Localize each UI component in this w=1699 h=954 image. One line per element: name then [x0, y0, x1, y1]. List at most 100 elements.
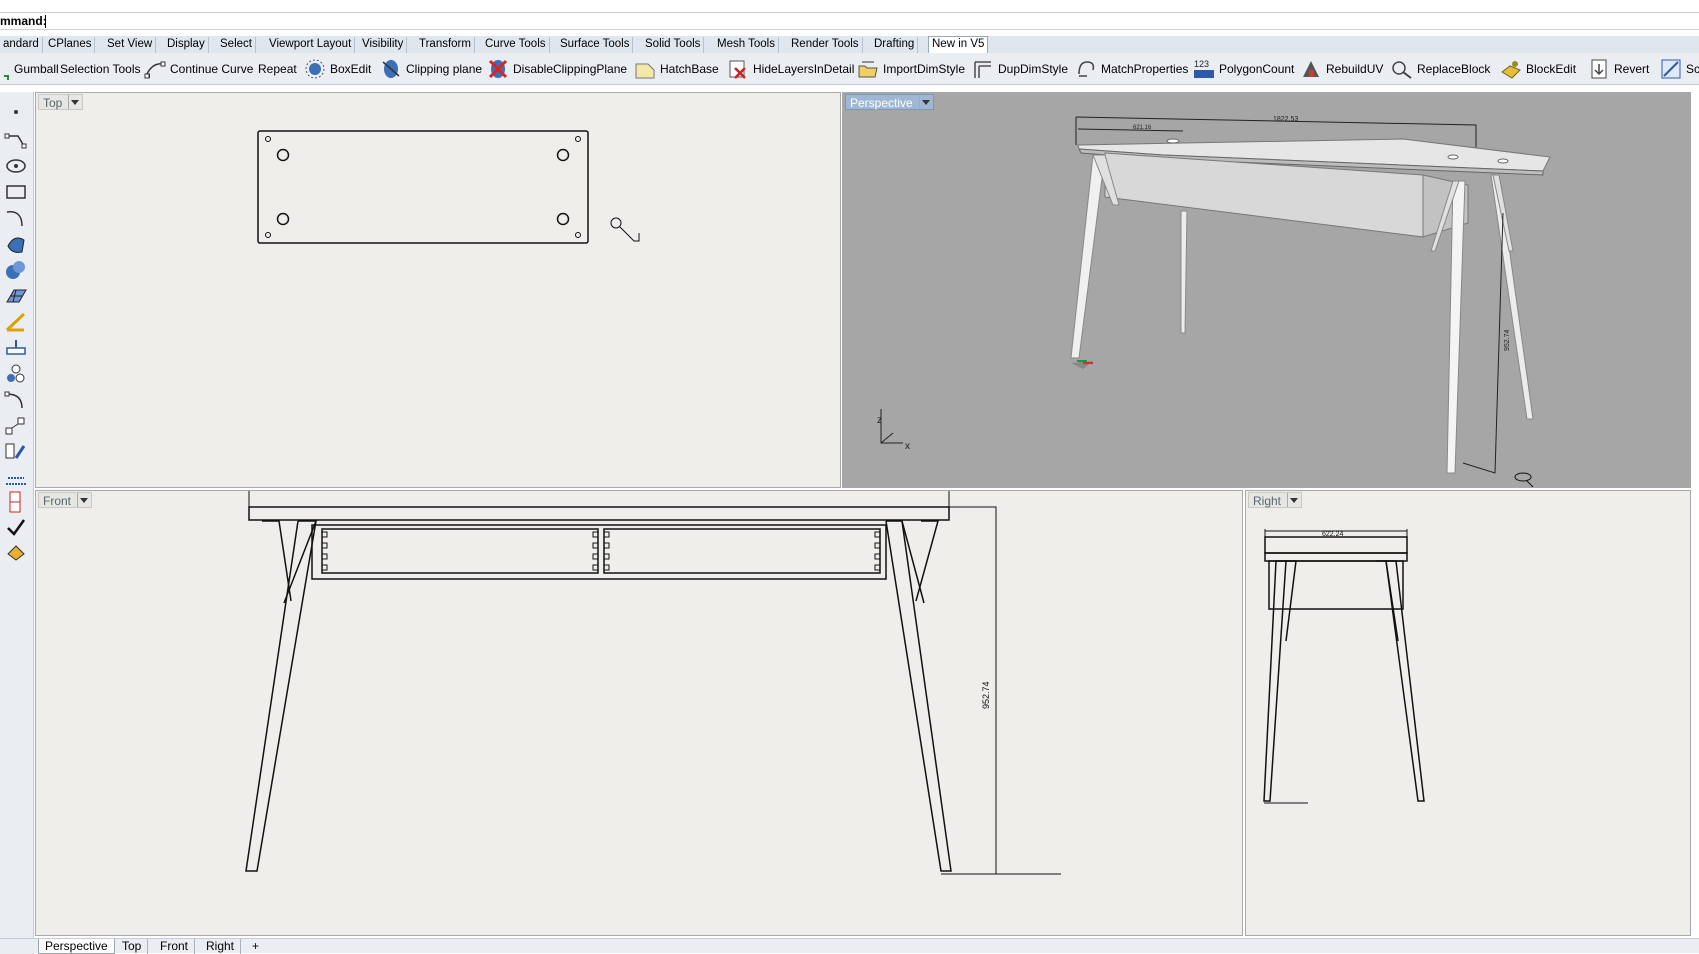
- tab-transform[interactable]: Transform: [416, 37, 475, 53]
- surface-icon[interactable]: [4, 232, 28, 256]
- tab-mesh-tools[interactable]: Mesh Tools: [714, 37, 779, 53]
- polygon-count-button[interactable]: 123 PolygonCount: [1193, 53, 1294, 85]
- block-edit-button[interactable]: BlockEdit: [1500, 53, 1576, 85]
- viewport-front[interactable]: Front 952.74: [35, 490, 1243, 936]
- right-view-drawing: 622.24: [1263, 529, 1425, 804]
- front-view-drawing: 952.74: [245, 491, 1061, 875]
- match-properties-button[interactable]: MatchProperties: [1075, 53, 1188, 85]
- front-dim-height: 952.74: [981, 681, 991, 709]
- render-icon[interactable]: [4, 540, 28, 564]
- disable-clipping-plane-label: DisableClippingPlane: [513, 62, 628, 76]
- axis-z-label: z: [877, 415, 882, 426]
- point-icon[interactable]: [4, 100, 28, 124]
- dup-dimstyle-button[interactable]: DupDimStyle: [972, 53, 1068, 85]
- gumball-button[interactable]: Gumball: [4, 53, 59, 85]
- import-dimstyle-button[interactable]: ImportDimStyle: [857, 53, 965, 85]
- svg-text:123: 123: [1194, 59, 1209, 69]
- tab-drafting[interactable]: Drafting: [871, 37, 919, 53]
- tab-solid-tools[interactable]: Solid Tools: [642, 37, 705, 53]
- tab-surface-tools[interactable]: Surface Tools: [557, 37, 634, 53]
- perspective-dim-small: 621.16: [1133, 125, 1152, 131]
- perspective-dim-height: 952.74: [1504, 329, 1511, 351]
- clipping-plane-button[interactable]: Clipping plane: [380, 53, 482, 85]
- disable-clipping-plane-button[interactable]: DisableClippingPlane: [487, 53, 627, 85]
- viewport-right[interactable]: Right 622.24: [1245, 490, 1691, 936]
- fillet-icon[interactable]: [4, 388, 28, 412]
- import-dimstyle-label: ImportDimStyle: [883, 62, 966, 76]
- continue-curve-button[interactable]: Continue Curve: [144, 53, 253, 85]
- tab-front[interactable]: Front: [154, 939, 196, 954]
- hatchbase-button[interactable]: HatchBase: [634, 53, 719, 85]
- boxedit-button[interactable]: BoxEdit: [304, 53, 371, 85]
- edit-icon[interactable]: [4, 440, 28, 464]
- clipping-plane-label: Clipping plane: [406, 62, 483, 76]
- clipping-plane-icon: [380, 58, 402, 80]
- replace-block-icon: [1391, 58, 1413, 80]
- boxedit-label: BoxEdit: [330, 62, 372, 76]
- tab-standard[interactable]: andard: [0, 37, 43, 53]
- perspective-render: 1822.53 621.16 952.74 z x: [877, 116, 1551, 487]
- block-edit-icon: [1500, 58, 1522, 80]
- transform-icon[interactable]: [4, 336, 28, 360]
- command-input[interactable]: [45, 15, 46, 28]
- hatchbase-icon: [634, 58, 656, 80]
- tab-select[interactable]: Select: [217, 37, 256, 53]
- rebuild-uv-label: RebuildUV: [1326, 62, 1384, 76]
- rectangle-icon[interactable]: [4, 180, 28, 204]
- circle-icon[interactable]: [4, 154, 28, 178]
- array-icon[interactable]: [4, 362, 28, 386]
- tab-top[interactable]: Top: [116, 939, 149, 954]
- replace-block-button[interactable]: ReplaceBlock: [1391, 53, 1490, 85]
- hide-layers-icon: [727, 58, 749, 80]
- dimension-icon[interactable]: [4, 310, 28, 334]
- mesh-icon[interactable]: [4, 284, 28, 308]
- right-dim-width: 622.24: [1322, 531, 1344, 538]
- selection-tools-button[interactable]: Selection Tools: [60, 53, 151, 85]
- top-view-drawing: [257, 130, 640, 244]
- import-dimstyle-icon: [857, 58, 879, 80]
- tab-viewport-layout[interactable]: Viewport Layout: [266, 37, 356, 53]
- viewport-perspective[interactable]: Perspective 1822.53 621.16 952.74 z x: [842, 92, 1691, 488]
- revert-icon: [1588, 58, 1610, 80]
- tab-set-view[interactable]: Set View: [104, 37, 157, 53]
- tab-display[interactable]: Display: [164, 37, 209, 53]
- scale-icon[interactable]: [4, 414, 28, 438]
- viewport-top[interactable]: Top: [35, 92, 841, 488]
- replace-block-label: ReplaceBlock: [1417, 62, 1491, 76]
- viewport-tab-bar: Perspective Top Front Right +: [0, 938, 1699, 954]
- repeat-button[interactable]: Repeat: [258, 53, 297, 85]
- tab-new-in-v5[interactable]: New in V5: [928, 36, 989, 53]
- revert-label: Revert: [1614, 62, 1650, 76]
- rebuild-uv-button[interactable]: RebuildUV: [1300, 53, 1383, 85]
- rebuild-uv-icon: [1300, 58, 1322, 80]
- tab-cplanes[interactable]: CPlanes: [45, 37, 96, 53]
- perspective-dim-top: 1822.53: [1273, 116, 1298, 123]
- sc-button[interactable]: Sc: [1660, 53, 1699, 85]
- polyline-icon[interactable]: [4, 128, 28, 152]
- tab-perspective[interactable]: Perspective: [38, 939, 115, 954]
- tab-visibility[interactable]: Visibility: [359, 37, 408, 53]
- tab-curve-tools[interactable]: Curve Tools: [482, 37, 550, 53]
- hide-layers-label: HideLayersInDetail: [753, 62, 855, 76]
- curve-icon[interactable]: [4, 206, 28, 230]
- repeat-label: Repeat: [258, 62, 297, 76]
- dup-dimstyle-icon: [972, 58, 994, 80]
- layer-icon[interactable]: [4, 490, 28, 514]
- grid-snap-icon[interactable]: [4, 466, 28, 490]
- tab-right[interactable]: Right: [200, 939, 242, 954]
- tab-render-tools[interactable]: Render Tools: [788, 37, 863, 53]
- match-properties-icon: [1075, 58, 1097, 80]
- gumball-label: Gumball: [14, 62, 59, 76]
- revert-button[interactable]: Revert: [1588, 53, 1649, 85]
- check-icon[interactable]: [4, 516, 28, 540]
- match-properties-label: MatchProperties: [1101, 62, 1189, 76]
- add-tab-icon[interactable]: +: [246, 939, 265, 954]
- hide-layers-in-detail-button[interactable]: HideLayersInDetail: [727, 53, 854, 85]
- sc-icon: [1660, 58, 1682, 80]
- polygon-count-icon: 123: [1193, 58, 1215, 80]
- command-toolbar: Gumball Selection Tools Continue Curve R…: [0, 53, 1699, 85]
- boxedit-icon: [304, 58, 326, 80]
- solid-icon[interactable]: [4, 258, 28, 282]
- command-label: mmand:: [0, 14, 47, 28]
- command-bar: mmand:: [0, 12, 1699, 30]
